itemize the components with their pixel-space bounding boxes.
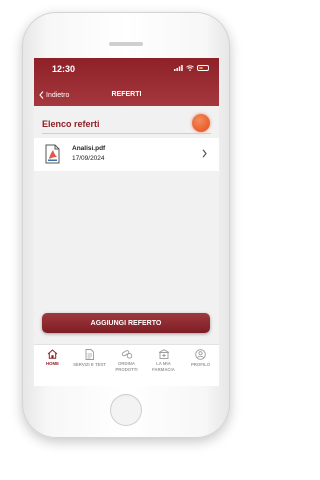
app-screen: 12:30 Indietro REFERTI Elenco referti An… [34,58,219,386]
section-divider [42,133,211,134]
section-title: Elenco referti [42,119,100,129]
tab-profile[interactable]: PROFILO [182,349,219,368]
document-icon [85,349,94,360]
tab-bar: HOME SERVIZI E TEST ORDINA PRODOTTI LA M… [34,344,219,386]
phone-speaker [109,42,143,46]
signal-icon [174,65,183,71]
page-title: REFERTI [111,91,142,98]
status-icons [174,65,209,71]
wifi-icon [186,65,194,71]
tab-label: ORDINA PRODOTTI [115,361,138,372]
tab-label: HOME [46,361,59,366]
add-report-dot-button[interactable] [192,114,210,132]
app-header: 12:30 Indietro REFERTI [34,58,219,106]
tab-order[interactable]: ORDINA PRODOTTI [108,349,145,372]
tab-services[interactable]: SERVIZI E TEST [71,349,108,368]
pdf-file-icon [45,144,60,164]
report-file-name: Analisi.pdf [72,145,106,152]
report-list-item[interactable]: Analisi.pdf 17/09/2024 [34,138,219,171]
tab-label: SERVIZI E TEST [73,362,106,367]
pharmacy-icon [158,349,169,359]
battery-icon [197,65,209,71]
add-report-button[interactable]: AGGIUNGI REFERTO [42,313,210,333]
tab-home[interactable]: HOME [34,349,71,367]
tab-label: LA MIA FARMACIA [152,361,175,372]
report-file-date: 17/09/2024 [72,155,105,162]
status-time: 12:30 [52,64,76,74]
home-icon [47,349,58,359]
tab-label: PROFILO [190,362,211,367]
user-icon [195,349,206,360]
phone-home-button[interactable] [110,394,142,426]
chevron-right-icon [202,149,207,158]
pills-icon [121,350,132,359]
tab-pharmacy[interactable]: LA MIA FARMACIA [145,349,182,372]
